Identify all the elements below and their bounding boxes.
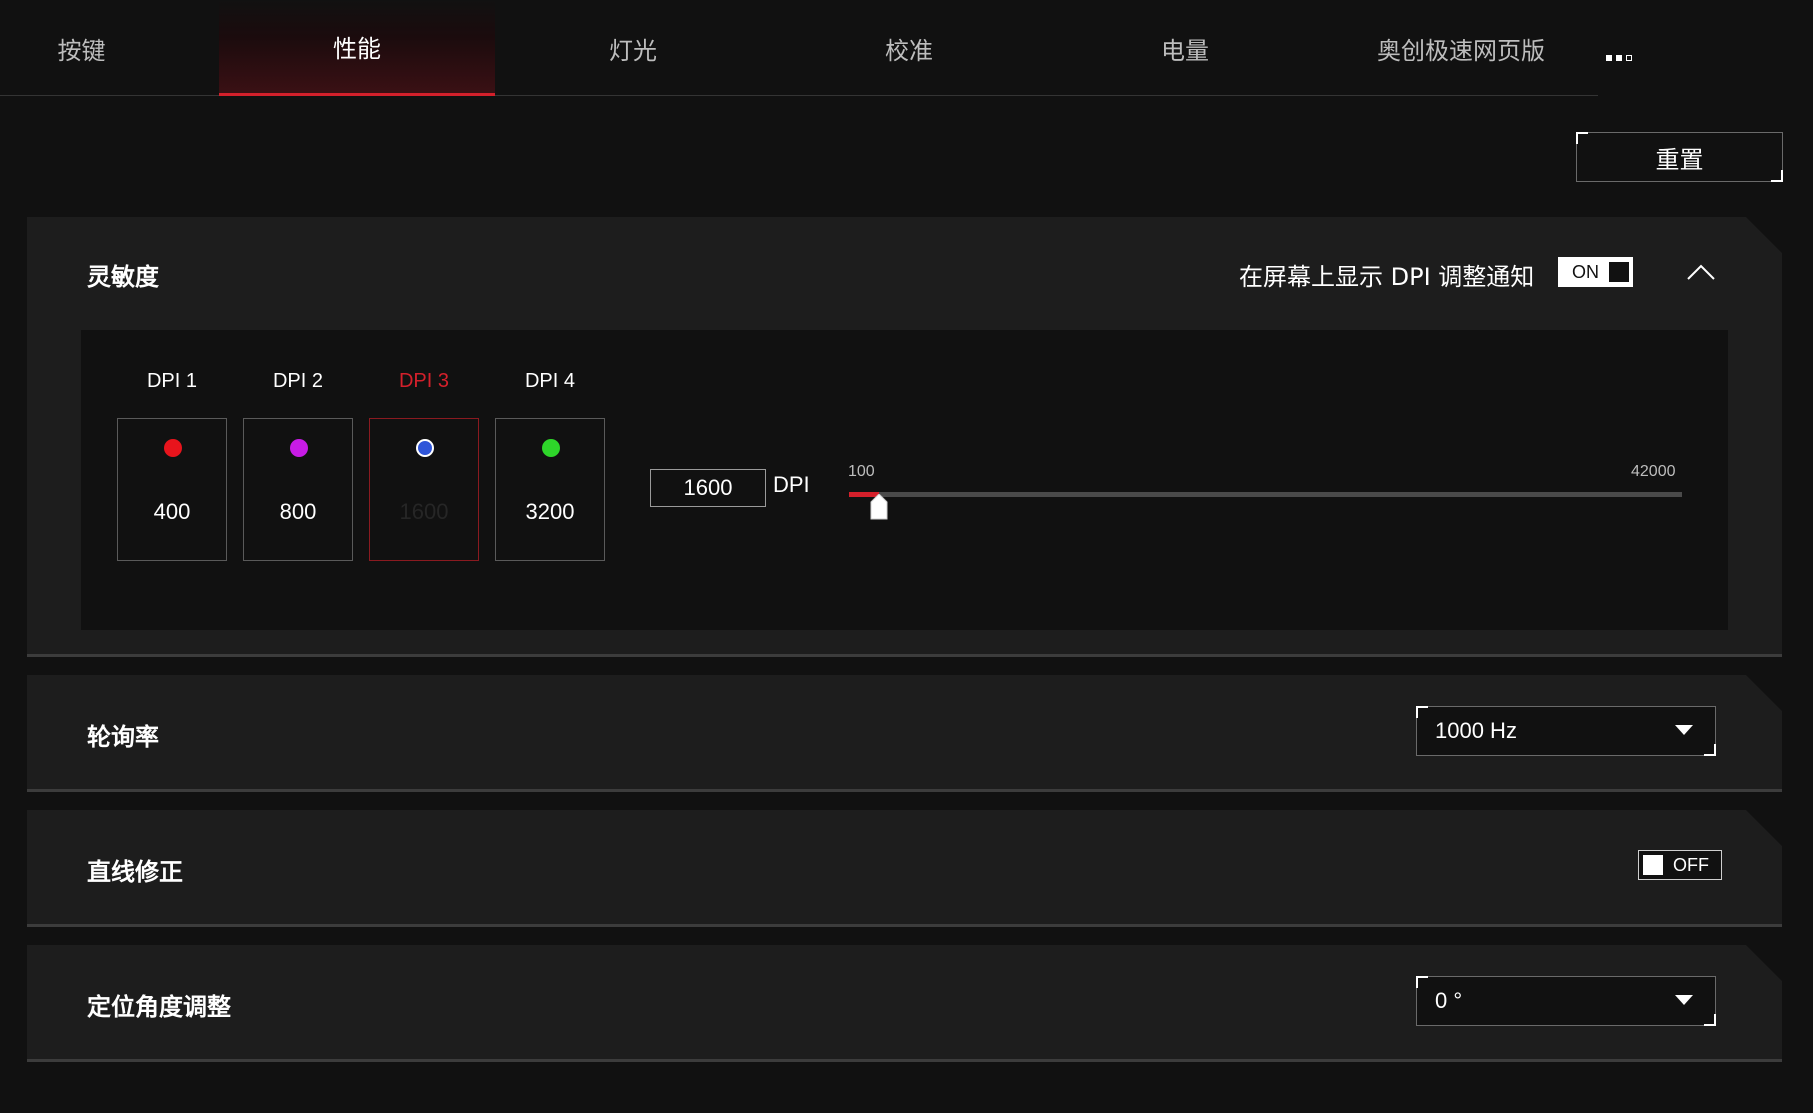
dpi-level-label: DPI 2 xyxy=(272,370,324,392)
tab-lighting[interactable]: 灯光 xyxy=(495,0,771,96)
chevron-down-icon xyxy=(1675,725,1693,735)
angle-tuning-value: 0 ° xyxy=(1435,988,1463,1013)
dpi-level-label: DPI 1 xyxy=(146,370,198,392)
angle-snapping-section: 直线修正 OFF xyxy=(27,810,1782,925)
tab-performance[interactable]: 性能 xyxy=(219,0,495,96)
slider-min-label: 100 xyxy=(848,463,875,480)
polling-rate-title: 轮询率 xyxy=(87,723,159,751)
angle-snapping-toggle[interactable]: OFF xyxy=(1638,850,1722,880)
dpi-unit-label: DPI xyxy=(773,472,810,497)
dpi-color-dot xyxy=(542,439,560,457)
dot xyxy=(1606,55,1612,61)
dpi-color-dot xyxy=(290,439,308,457)
slider-thumb[interactable] xyxy=(870,494,888,520)
toggle-knob xyxy=(1643,855,1663,875)
dpi-level-card-4[interactable]: 3200 xyxy=(495,418,605,561)
polling-rate-section: 轮询率 1000 Hz xyxy=(27,675,1782,790)
angle-tuning-section: 定位角度调整 0 ° xyxy=(27,945,1782,1060)
toggle-state-label: OFF xyxy=(1673,854,1709,875)
section-divider xyxy=(27,924,1782,927)
dpi-color-dot xyxy=(164,439,182,457)
dot xyxy=(1626,55,1632,61)
tab-power[interactable]: 电量 xyxy=(1047,0,1323,96)
tab-buttons[interactable]: 按键 xyxy=(0,0,163,96)
app-window: 按键 性能 灯光 校准 电量 奥创极速网页版 重置 灵敏度 在屏幕上显示 DPI… xyxy=(0,0,1813,1113)
dpi-slider[interactable] xyxy=(849,492,1682,520)
more-dots-icon[interactable] xyxy=(1601,40,1637,76)
dpi-value-input[interactable] xyxy=(650,469,766,507)
angle-tuning-select[interactable]: 0 ° xyxy=(1416,976,1716,1026)
polling-rate-select[interactable]: 1000 Hz xyxy=(1416,706,1716,756)
dpi-level-value: 400 xyxy=(153,499,191,524)
tab-web-version[interactable]: 奥创极速网页版 xyxy=(1323,0,1599,96)
section-divider xyxy=(27,789,1782,792)
slider-max-label: 42000 xyxy=(1631,463,1676,480)
dpi-level-value: 800 xyxy=(279,499,317,524)
toggle-knob xyxy=(1609,262,1629,282)
tab-calibration[interactable]: 校准 xyxy=(771,0,1047,96)
angle-tuning-title: 定位角度调整 xyxy=(87,993,231,1021)
tab-bar: 按键 性能 灯光 校准 电量 奥创极速网页版 xyxy=(0,0,1598,96)
dpi-panel: DPI 1 DPI 2 DPI 3 DPI 4 400 800 1600 320… xyxy=(81,330,1728,630)
reset-button[interactable]: 重置 xyxy=(1576,132,1783,182)
chevron-down-icon xyxy=(1675,995,1693,1005)
dpi-level-card-2[interactable]: 800 xyxy=(243,418,353,561)
dpi-color-dot xyxy=(416,439,434,457)
dpi-level-value: 1600 xyxy=(399,499,449,524)
dpi-level-value: 3200 xyxy=(525,499,575,524)
dpi-notify-toggle[interactable]: ON xyxy=(1558,257,1633,287)
sensitivity-title: 灵敏度 xyxy=(87,263,159,291)
toggle-state-label: ON xyxy=(1572,261,1599,282)
polling-rate-value: 1000 Hz xyxy=(1435,718,1517,743)
dot xyxy=(1616,55,1622,61)
chevron-up-icon[interactable] xyxy=(1684,255,1718,289)
section-divider xyxy=(27,1059,1782,1062)
angle-snapping-title: 直线修正 xyxy=(87,858,183,886)
dpi-level-label: DPI 4 xyxy=(524,370,576,392)
section-divider xyxy=(27,654,1782,657)
dpi-notify-label: 在屏幕上显示 DPI 调整通知 xyxy=(1239,263,1535,291)
dpi-level-card-1[interactable]: 400 xyxy=(117,418,227,561)
dpi-level-card-3[interactable]: 1600 xyxy=(369,418,479,561)
dpi-level-label: DPI 3 xyxy=(398,370,450,392)
